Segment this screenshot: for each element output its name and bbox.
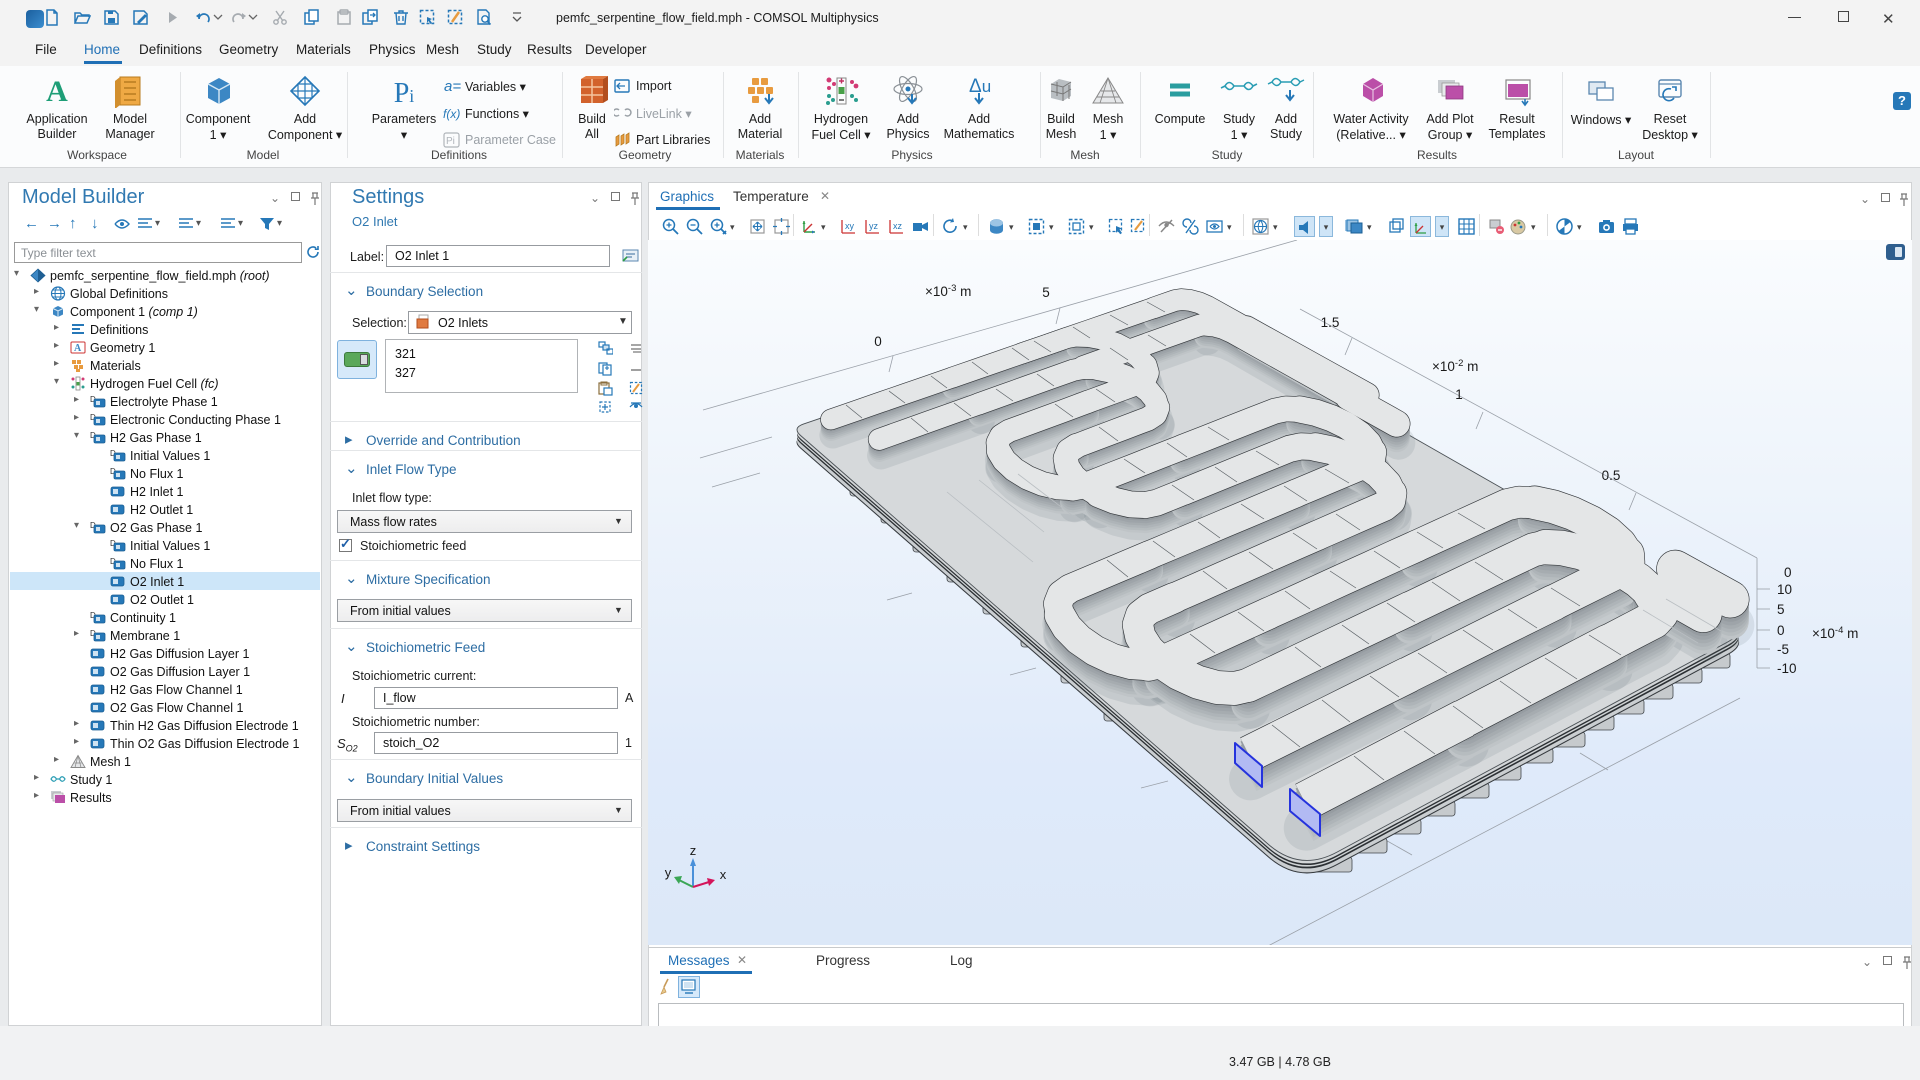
svg-text:0.5: 0.5 (1602, 468, 1621, 483)
svg-text:f(x): f(x) (443, 107, 460, 121)
svg-text:0: 0 (1784, 565, 1792, 580)
svg-text:5: 5 (1042, 285, 1050, 300)
svg-text:0: 0 (1777, 623, 1785, 638)
svg-text:-5: -5 (1777, 642, 1789, 657)
svg-text:5: 5 (1777, 602, 1785, 617)
svg-text:yz: yz (869, 221, 879, 231)
svg-text:1: 1 (1455, 387, 1463, 402)
svg-text:Pi: Pi (394, 78, 415, 108)
svg-text:-10: -10 (1777, 661, 1797, 676)
svg-text:A: A (46, 75, 68, 108)
svg-text:z: z (690, 843, 697, 858)
svg-text:0: 0 (874, 334, 882, 349)
svg-text:Δu: Δu (969, 76, 991, 97)
svg-text:y: y (665, 865, 672, 880)
svg-text:Pi: Pi (446, 136, 455, 147)
svg-text:a=: a= (444, 78, 461, 94)
svg-text:xz: xz (893, 221, 903, 231)
svg-text:xy: xy (845, 221, 855, 231)
svg-text:x: x (720, 867, 727, 882)
svg-text:1.5: 1.5 (1321, 315, 1340, 330)
svg-text:10: 10 (1777, 582, 1792, 597)
svg-text:A: A (74, 343, 82, 354)
